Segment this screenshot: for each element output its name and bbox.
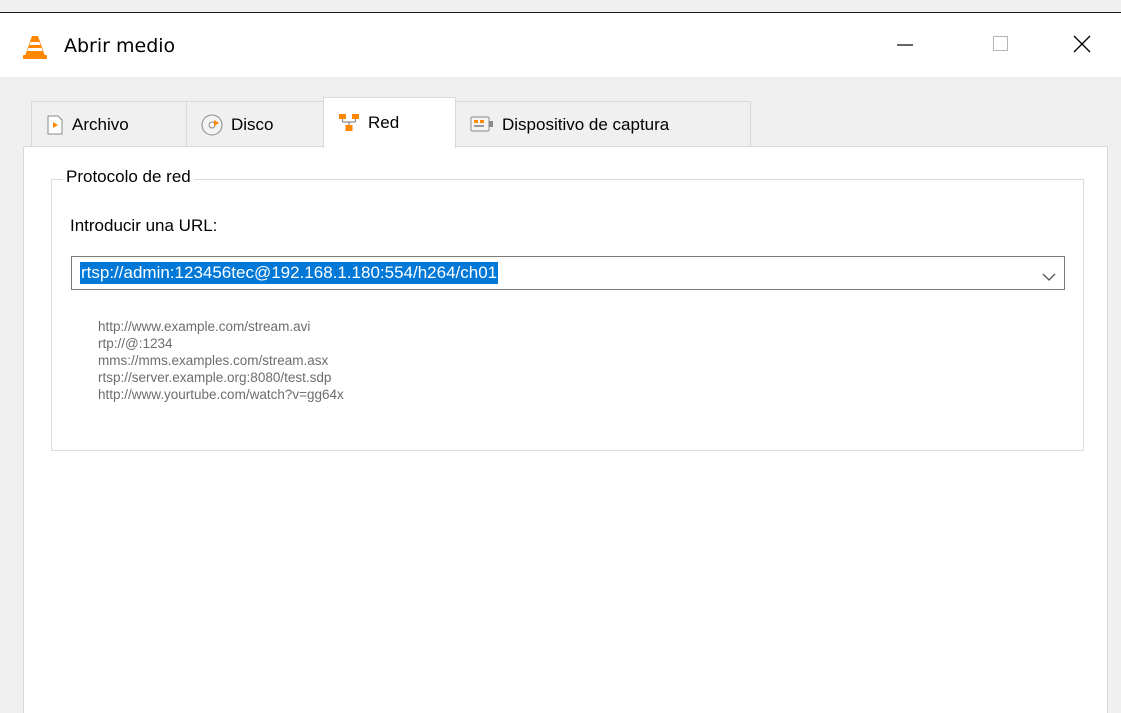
minimize-button[interactable] bbox=[880, 21, 930, 67]
url-example: http://www.example.com/stream.avi bbox=[98, 319, 311, 334]
window-title: Abrir medio bbox=[64, 35, 176, 57]
tab-disco-label: Disco bbox=[231, 114, 274, 134]
url-example: rtsp://server.example.org:8080/test.sdp bbox=[98, 370, 332, 385]
tab-disco[interactable]: Disco bbox=[186, 101, 324, 147]
close-button[interactable] bbox=[1057, 21, 1107, 67]
url-label: Introducir una URL: bbox=[70, 216, 218, 235]
url-examples-list: http://www.example.com/stream.avi rtp://… bbox=[98, 318, 344, 403]
maximize-icon bbox=[993, 36, 1008, 51]
network-icon bbox=[338, 113, 360, 133]
disc-icon bbox=[201, 114, 223, 136]
close-icon bbox=[1073, 35, 1091, 53]
tab-captura-label: Dispositivo de captura bbox=[502, 114, 670, 134]
group-title: Protocolo de red bbox=[63, 167, 194, 187]
url-value[interactable]: rtsp://admin:123456tec@192.168.1.180:554… bbox=[80, 262, 499, 284]
chevron-down-icon[interactable] bbox=[1042, 267, 1056, 286]
minimize-icon bbox=[897, 44, 913, 46]
tab-red[interactable]: Red bbox=[323, 97, 456, 148]
url-input[interactable]: rtsp://admin:123456tec@192.168.1.180:554… bbox=[71, 256, 1065, 290]
file-play-icon bbox=[46, 115, 64, 135]
open-media-window: Abrir medio Archivo Disco Red Dispositiv… bbox=[0, 0, 1121, 713]
tab-archivo[interactable]: Archivo bbox=[31, 101, 187, 147]
tab-red-label: Red bbox=[368, 113, 400, 132]
capture-device-icon bbox=[470, 115, 494, 135]
title-bar[interactable]: Abrir medio bbox=[0, 13, 1121, 77]
maximize-button[interactable] bbox=[975, 21, 1025, 67]
tab-archivo-label: Archivo bbox=[72, 114, 129, 134]
tab-bar: Archivo Disco Red Dispositivo de captura bbox=[0, 77, 1121, 148]
network-protocol-group: Protocolo de red Introducir una URL: rts… bbox=[51, 167, 1084, 451]
tab-dispositivo-captura[interactable]: Dispositivo de captura bbox=[455, 101, 751, 147]
url-example: http://www.yourtube.com/watch?v=gg64x bbox=[98, 387, 344, 402]
url-example: rtp://@:1234 bbox=[98, 336, 173, 351]
network-tab-panel: Protocolo de red Introducir una URL: rts… bbox=[23, 146, 1108, 713]
vlc-cone-icon bbox=[22, 34, 48, 60]
url-example: mms://mms.examples.com/stream.asx bbox=[98, 353, 329, 368]
